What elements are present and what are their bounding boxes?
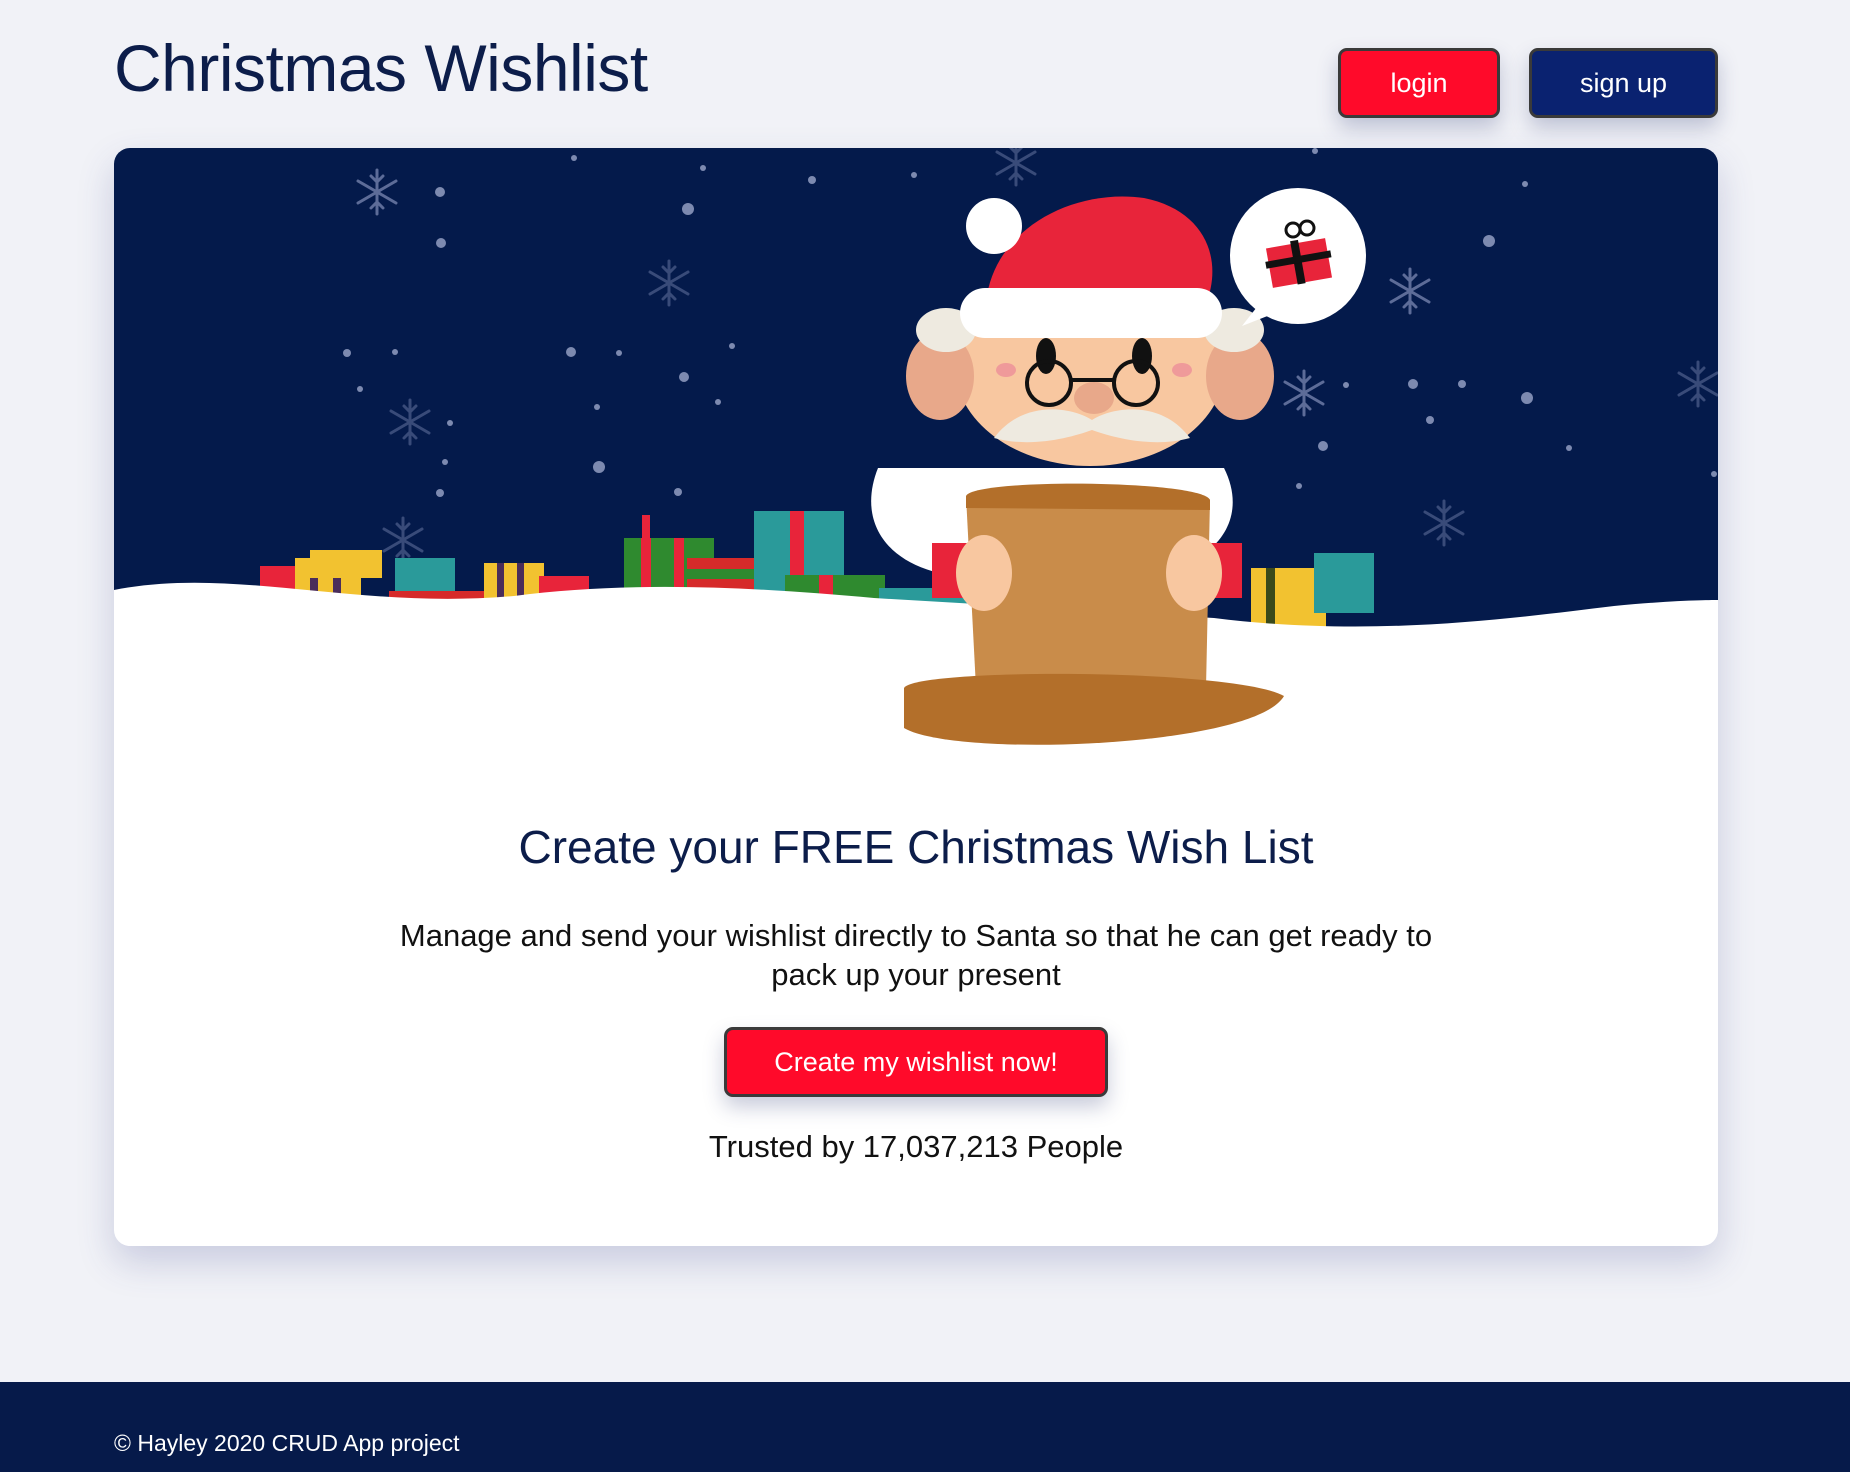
description-text: Manage and send your wishlist directly t… [399,918,1433,992]
headline: Create your FREE Christmas Wish List [518,821,1314,873]
hero-card: Create your FREE Christmas Wish List Man… [114,148,1718,1246]
site-title: Christmas Wishlist [114,31,648,105]
hero-illustration [114,148,1718,774]
trusted-count-text: Trusted by 17,037,213 People [708,1129,1124,1164]
login-button[interactable]: login [1338,48,1500,118]
santa-illustration [114,148,1718,774]
create-wishlist-button[interactable]: Create my wishlist now! [724,1027,1108,1097]
site-footer: © Hayley 2020 CRUD App project [0,1382,1850,1472]
site-header: Christmas Wishlist login sign up [0,0,1850,140]
signup-button[interactable]: sign up [1529,48,1718,118]
copyright-text: © Hayley 2020 CRUD App project [114,1430,460,1456]
